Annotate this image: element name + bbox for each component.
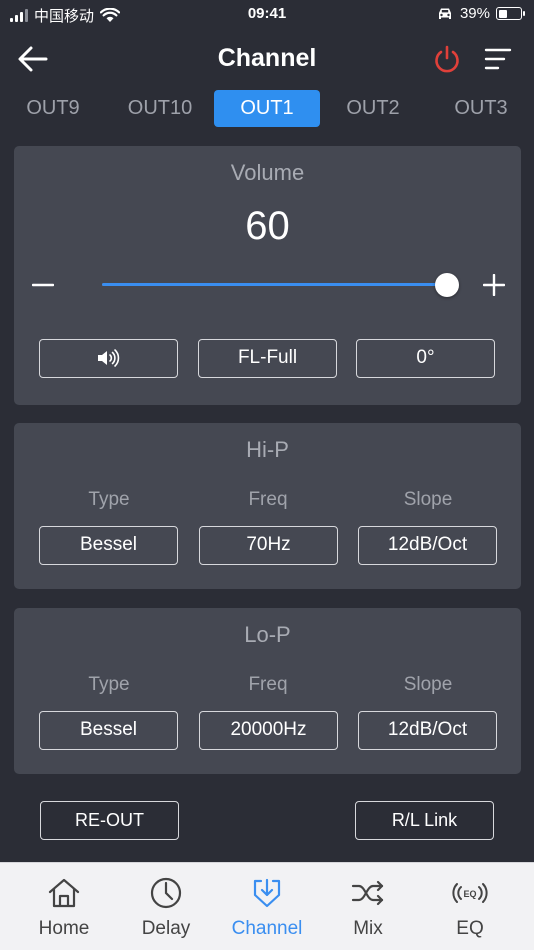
tab-out1[interactable]: OUT1: [214, 90, 320, 127]
lo-pass-type-button[interactable]: Bessel: [39, 711, 178, 750]
battery-fill: [498, 9, 507, 18]
clock-icon: [150, 877, 182, 909]
tab-out10[interactable]: OUT10: [107, 90, 213, 127]
position-button[interactable]: FL-Full: [198, 339, 337, 378]
re-out-button[interactable]: RE-OUT: [40, 801, 179, 840]
nav-channel[interactable]: Channel: [214, 863, 320, 950]
hi-pass-slope-button[interactable]: 12dB/Oct: [358, 526, 497, 565]
tab-out2[interactable]: OUT2: [320, 90, 426, 127]
rl-link-button[interactable]: R/L Link: [355, 801, 494, 840]
slider-fill: [102, 283, 447, 286]
nav-channel-label: Channel: [231, 918, 303, 939]
hi-pass-title: Hi-P: [246, 437, 289, 462]
volume-card: Volume 60 FL-Full 0°: [14, 146, 521, 405]
lo-pass-freq-button[interactable]: 20000Hz: [199, 711, 338, 750]
nav-mix[interactable]: Mix: [315, 863, 421, 950]
svg-text:EQ: EQ: [463, 889, 476, 899]
channel-icon: [253, 878, 281, 908]
battery-icon: [496, 7, 525, 20]
nav-delay-label: Delay: [141, 918, 191, 939]
hi-pass-type-label: Type: [88, 489, 130, 510]
lo-pass-type-label: Type: [88, 674, 130, 695]
eq-icon: EQ: [452, 883, 488, 903]
shuffle-icon: [351, 880, 384, 906]
tab-out3[interactable]: OUT3: [428, 90, 534, 127]
tab-out9[interactable]: OUT9: [0, 90, 106, 127]
status-bar: 中国移动 09:41 39%: [0, 0, 534, 30]
lo-pass-card: Lo-P Type Freq Slope Bessel 20000Hz 12dB…: [14, 608, 521, 774]
nav-mix-label: Mix: [353, 918, 383, 939]
menu-icon[interactable]: [484, 46, 512, 72]
speaker-icon: [97, 349, 119, 367]
lo-pass-slope-button[interactable]: 12dB/Oct: [358, 711, 497, 750]
nav-home[interactable]: Home: [11, 863, 117, 950]
nav-home-label: Home: [38, 918, 90, 939]
volume-slider[interactable]: [102, 272, 459, 298]
plus-icon[interactable]: [483, 274, 505, 296]
minus-icon[interactable]: [32, 274, 54, 296]
lo-pass-title: Lo-P: [244, 622, 291, 647]
nav-eq-label: EQ: [456, 918, 484, 939]
battery-percent: 39%: [459, 5, 490, 22]
hi-pass-slope-label: Slope: [403, 489, 453, 510]
volume-value: 60: [245, 204, 290, 248]
car-icon: [438, 8, 451, 19]
channel-tabs: OUT9 OUT10 OUT1 OUT2 OUT3: [0, 90, 534, 128]
power-icon[interactable]: [432, 44, 462, 74]
home-icon: [48, 878, 80, 908]
status-right: 39%: [436, 5, 525, 22]
bottom-nav: Home Delay Channel Mix EQ EQ: [0, 862, 534, 950]
volume-title: Volume: [230, 160, 305, 185]
lo-pass-freq-label: Freq: [248, 674, 288, 695]
header: Channel: [0, 38, 534, 82]
hi-pass-freq-label: Freq: [248, 489, 288, 510]
hi-pass-card: Hi-P Type Freq Slope Bessel 70Hz 12dB/Oc…: [14, 423, 521, 589]
mute-button[interactable]: [39, 339, 178, 378]
nav-delay[interactable]: Delay: [113, 863, 219, 950]
hi-pass-type-button[interactable]: Bessel: [39, 526, 178, 565]
phase-button[interactable]: 0°: [356, 339, 495, 378]
slider-thumb[interactable]: [435, 273, 459, 297]
lo-pass-slope-label: Slope: [403, 674, 453, 695]
nav-eq[interactable]: EQ EQ: [417, 863, 523, 950]
hi-pass-freq-button[interactable]: 70Hz: [199, 526, 338, 565]
